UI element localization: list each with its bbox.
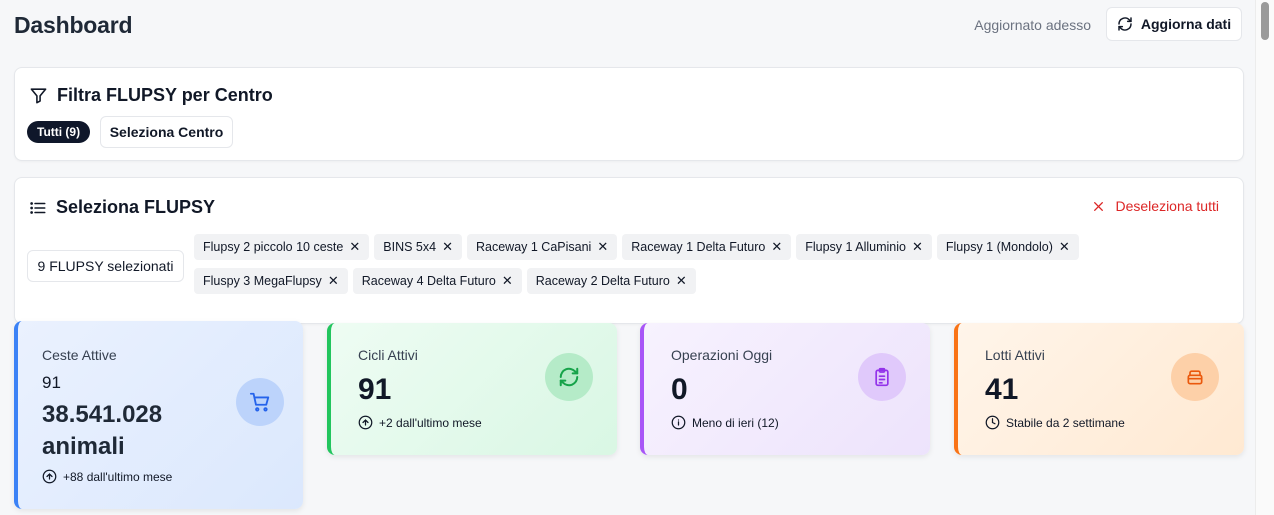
- stat-icon-badge: [545, 353, 593, 401]
- remove-tag-icon[interactable]: ✕: [328, 273, 339, 289]
- remove-tag-icon[interactable]: ✕: [442, 239, 453, 255]
- remove-tag-icon[interactable]: ✕: [597, 239, 608, 255]
- stat-card-baskets[interactable]: Ceste Attive 91 38.541.028 animali +88 d…: [14, 321, 303, 509]
- arrow-up-circle-icon: [358, 415, 373, 430]
- all-centers-chip[interactable]: Tutti (9): [27, 121, 91, 143]
- layers-icon: [1187, 370, 1203, 385]
- stat-trend-text: Meno di ieri (12): [692, 415, 779, 430]
- filter-icon: [30, 88, 47, 104]
- remove-tag-icon[interactable]: ✕: [912, 239, 923, 255]
- stat-trend-text: +88 dall'ultimo mese: [63, 469, 173, 484]
- clock-icon: [985, 415, 1000, 430]
- flupsy-tag: Raceway 2 Delta Futuro ✕: [526, 268, 696, 294]
- flupsy-tag: Raceway 1 CaPisani ✕: [466, 234, 618, 260]
- select-center-button[interactable]: Seleziona Centro: [100, 116, 233, 148]
- stat-animals-count: 38.541.028 animali: [42, 401, 163, 460]
- stat-card-cycles[interactable]: Cicli Attivi 91 +2 dall'ultimo mese: [327, 323, 617, 455]
- flupsy-tag: Flupsy 1 (Mondolo) ✕: [936, 234, 1079, 260]
- stat-trend: +88 dall'ultimo mese: [42, 469, 172, 484]
- deselect-all-button[interactable]: Deseleziona tutti: [1092, 198, 1219, 214]
- flupsy-tag-label: Raceway 2 Delta Futuro: [535, 274, 670, 288]
- flupsy-tag-label: Raceway 1 Delta Futuro: [631, 240, 766, 254]
- stat-trend: Meno di ieri (12): [671, 415, 779, 430]
- flupsy-tag-label: Raceway 1 CaPisani: [475, 240, 592, 254]
- center-filter-title: Filtra FLUPSY per Centro: [57, 85, 273, 105]
- refresh-icon: [559, 367, 579, 387]
- center-filter-heading: Filtra FLUPSY per Centro: [29, 85, 273, 106]
- remove-tag-icon[interactable]: ✕: [502, 273, 513, 289]
- stat-trend: Stabile da 2 settimane: [985, 415, 1125, 430]
- stat-value: 91: [358, 373, 392, 406]
- info-icon: [671, 415, 686, 430]
- refresh-data-button[interactable]: Aggiorna dati: [1106, 7, 1242, 41]
- flupsy-tag-label: Fluspy 3 MegaFlupsy: [203, 274, 322, 288]
- deselect-all-label: Deseleziona tutti: [1115, 198, 1219, 214]
- selected-flupsy-tags: Flupsy 2 piccolo 10 ceste ✕ BINS 5x4 ✕ Rac…: [194, 234, 1204, 294]
- flupsy-tag: Raceway 1 Delta Futuro ✕: [622, 234, 792, 260]
- stat-label: Operazioni Oggi: [671, 347, 773, 363]
- flupsy-dropdown-button[interactable]: 9 FLUPSY selezionati: [27, 250, 184, 282]
- stat-icon-badge: [858, 353, 906, 401]
- refresh-icon: [1118, 17, 1132, 31]
- stat-value: 91: [42, 373, 61, 392]
- stat-trend-text: +2 dall'ultimo mese: [379, 415, 482, 430]
- flupsy-select-heading: Seleziona FLUPSY: [29, 197, 215, 218]
- cart-icon: [249, 392, 270, 412]
- remove-tag-icon[interactable]: ✕: [1059, 239, 1070, 255]
- flupsy-select-card: Seleziona FLUPSY Deseleziona tutti 9 FLU…: [14, 177, 1244, 324]
- flupsy-tag-label: Flupsy 1 Alluminio: [805, 240, 906, 254]
- refresh-button-label: Aggiorna dati: [1140, 16, 1232, 32]
- flupsy-select-title: Seleziona FLUPSY: [56, 197, 216, 217]
- last-updated-text: Aggiornato adesso: [974, 17, 1091, 33]
- flupsy-tag: Flupsy 2 piccolo 10 ceste ✕: [194, 234, 370, 260]
- stat-card-lots[interactable]: Lotti Attivi 41 Stabile da 2 settimane: [954, 323, 1244, 455]
- flupsy-tag-label: Flupsy 1 (Mondolo): [945, 240, 1053, 254]
- remove-tag-icon[interactable]: ✕: [349, 239, 360, 255]
- flupsy-tag: Raceway 4 Delta Futuro ✕: [352, 268, 522, 294]
- stat-trend-text: Stabile da 2 settimane: [1006, 415, 1125, 430]
- stat-label: Ceste Attive: [42, 347, 117, 363]
- stat-card-operations[interactable]: Operazioni Oggi 0 Meno di ieri (12): [640, 323, 930, 455]
- remove-tag-icon[interactable]: ✕: [771, 239, 782, 255]
- stat-trend: +2 dall'ultimo mese: [358, 415, 482, 430]
- page-title: Dashboard: [14, 12, 133, 38]
- stat-value: 0: [671, 373, 688, 406]
- vertical-scrollbar[interactable]: [1255, 0, 1274, 515]
- stat-label: Cicli Attivi: [358, 347, 418, 363]
- arrow-up-circle-icon: [42, 469, 57, 484]
- scrollbar-thumb[interactable]: [1261, 2, 1269, 40]
- dashboard-page: Dashboard Aggiornato adesso Aggiorna dat…: [0, 0, 1256, 515]
- close-icon: [1094, 201, 1104, 211]
- remove-tag-icon[interactable]: ✕: [676, 273, 687, 289]
- flupsy-tag: Flupsy 1 Alluminio ✕: [796, 234, 932, 260]
- center-filter-card: Filtra FLUPSY per Centro Tutti (9) Selez…: [14, 67, 1244, 161]
- clipboard-icon: [875, 367, 889, 387]
- stat-icon-badge: [1171, 353, 1219, 401]
- stat-label: Lotti Attivi: [985, 347, 1045, 363]
- flupsy-tag: BINS 5x4 ✕: [374, 234, 462, 260]
- flupsy-tag: Fluspy 3 MegaFlupsy ✕: [194, 268, 348, 294]
- stat-icon-badge: [236, 378, 284, 426]
- stat-value: 41: [985, 373, 1019, 406]
- flupsy-tag-label: Raceway 4 Delta Futuro: [361, 274, 496, 288]
- flupsy-tag-label: Flupsy 2 piccolo 10 ceste: [203, 240, 344, 254]
- flupsy-tag-label: BINS 5x4: [383, 240, 437, 254]
- list-icon: [30, 201, 46, 214]
